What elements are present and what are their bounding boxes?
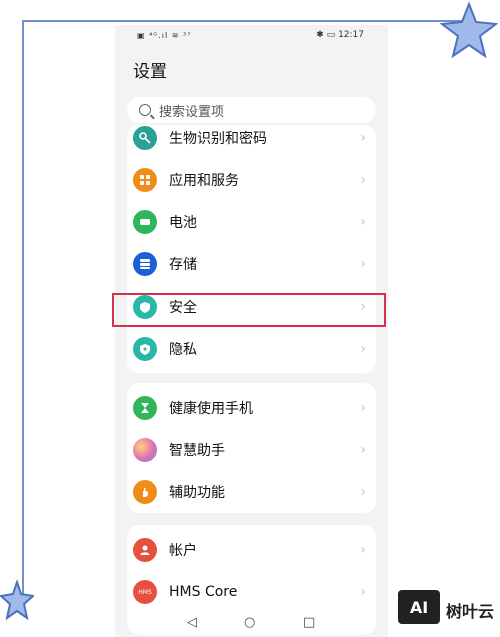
list-item-apps-services[interactable]: 应用和服务 › (127, 159, 376, 201)
list-item-label: 电池 (169, 215, 197, 231)
list-item-biometrics[interactable]: 生物识别和密码 › (127, 117, 376, 159)
key-icon (133, 126, 157, 150)
chevron-right-icon: › (360, 442, 366, 458)
battery-icon (133, 210, 157, 234)
search-icon (139, 104, 151, 116)
recent-apps-button[interactable]: □ (303, 615, 315, 630)
watermark-text: 树叶云 (446, 602, 495, 621)
phone-screen: ▣ ⁴ᴳ.ıl ≋ ³⁷ ✱ ▭ 12:17 设置 搜索设置项 生物识别和密码 … (115, 25, 388, 637)
chevron-right-icon: › (360, 542, 366, 558)
list-item-label: 应用和服务 (169, 173, 239, 189)
hand-icon (133, 480, 157, 504)
hms-icon: HMS (133, 580, 157, 604)
assistant-orb-icon (133, 438, 157, 462)
star-top-right-icon (440, 2, 498, 58)
list-item-label: 智慧助手 (169, 443, 225, 459)
status-bar: ▣ ⁴ᴳ.ıl ≋ ³⁷ ✱ ▭ 12:17 (115, 25, 388, 47)
list-item-label: 健康使用手机 (169, 401, 253, 417)
list-item-hms-core[interactable]: HMS HMS Core › (127, 571, 376, 613)
frame-left-line (22, 20, 24, 610)
storage-icon (133, 252, 157, 276)
list-item-label: 隐私 (169, 342, 197, 358)
highlight-frame-security (112, 293, 386, 327)
page-title: 设置 (133, 62, 167, 82)
star-bottom-left-icon (0, 580, 34, 620)
navigation-bar: ◁ ○ □ (115, 615, 388, 637)
hourglass-icon (133, 396, 157, 420)
status-left-icons: ▣ ⁴ᴳ.ıl ≋ ³⁷ (137, 31, 192, 40)
home-button[interactable]: ○ (244, 615, 255, 630)
status-right: ✱ ▭ 12:17 (316, 30, 364, 40)
status-right-icons: ✱ ▭ (316, 30, 336, 40)
list-item-label: 存储 (169, 257, 197, 273)
chevron-right-icon: › (360, 214, 366, 230)
list-item-accessibility[interactable]: 辅助功能 › (127, 471, 376, 513)
list-item-privacy[interactable]: 隐私 › (127, 328, 376, 370)
privacy-shield-icon (133, 337, 157, 361)
list-item-label: 帐户 (169, 543, 197, 559)
list-item-smart-assistant[interactable]: 智慧助手 › (127, 429, 376, 471)
chevron-right-icon: › (360, 172, 366, 188)
chevron-right-icon: › (360, 584, 366, 600)
chevron-right-icon: › (360, 130, 366, 146)
user-icon (133, 538, 157, 562)
chevron-right-icon: › (360, 484, 366, 500)
list-item-digital-balance[interactable]: 健康使用手机 › (127, 387, 376, 429)
watermark-logo: AI (398, 590, 440, 624)
list-item-account[interactable]: 帐户 › (127, 529, 376, 571)
status-time: 12:17 (338, 30, 364, 40)
settings-group-assist: 健康使用手机 › 智慧助手 › 辅助功能 › (127, 383, 376, 513)
back-button[interactable]: ◁ (187, 615, 197, 630)
chevron-right-icon: › (360, 341, 366, 357)
list-item-storage[interactable]: 存储 › (127, 243, 376, 285)
list-item-label: HMS Core (169, 584, 238, 600)
apps-grid-icon (133, 168, 157, 192)
watermark: AI 树叶云 (398, 590, 498, 630)
list-item-label: 生物识别和密码 (169, 131, 267, 147)
list-item-battery[interactable]: 电池 › (127, 201, 376, 243)
frame-top-line (22, 20, 470, 22)
chevron-right-icon: › (360, 400, 366, 416)
list-item-label: 辅助功能 (169, 485, 225, 501)
settings-group-security: 生物识别和密码 › 应用和服务 › 电池 › 存储 › 安全 › 隐私 › (127, 125, 376, 373)
chevron-right-icon: › (360, 256, 366, 272)
